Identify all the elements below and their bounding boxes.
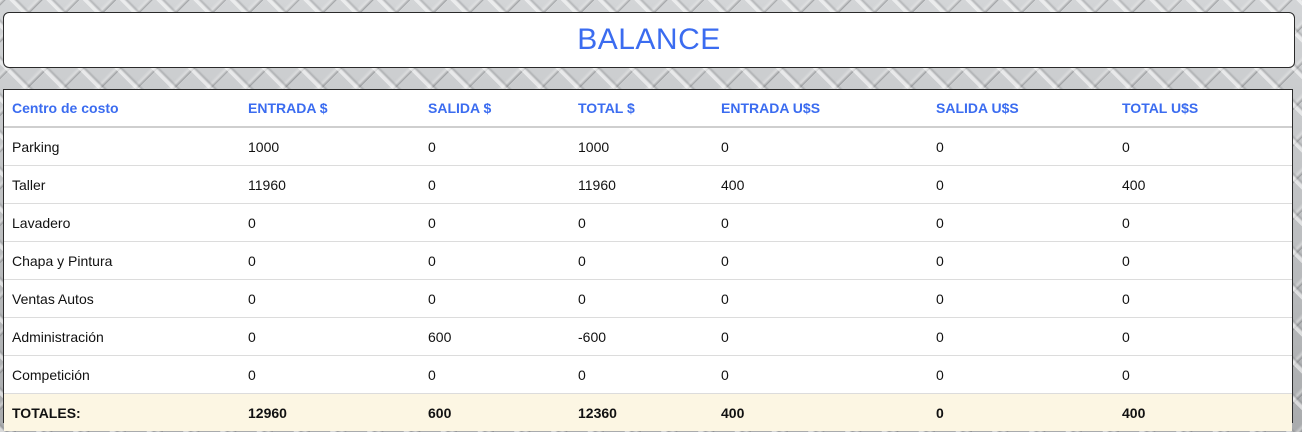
totals-cell: 12960 bbox=[240, 393, 420, 431]
table-cell: 400 bbox=[713, 165, 928, 204]
table-cell: 0 bbox=[928, 165, 1114, 204]
table-cell: 600 bbox=[420, 317, 570, 356]
cost-center-cell: Taller bbox=[4, 165, 240, 204]
totals-cell: 400 bbox=[713, 393, 928, 431]
table-cell: 0 bbox=[420, 279, 570, 318]
table-cell: 0 bbox=[240, 317, 420, 356]
table-cell: 400 bbox=[1114, 165, 1292, 204]
cost-center-cell: Administración bbox=[4, 317, 240, 356]
table-cell: 0 bbox=[420, 127, 570, 166]
table-cell: 0 bbox=[1114, 317, 1292, 356]
table-cell: 0 bbox=[570, 279, 713, 318]
column-header: ENTRADA U$S bbox=[713, 90, 928, 128]
table-cell: 0 bbox=[1114, 279, 1292, 318]
totals-cell: 0 bbox=[928, 393, 1114, 431]
table-cell: 0 bbox=[1114, 241, 1292, 280]
cost-center-cell: Lavadero bbox=[4, 203, 240, 242]
table-row: Ventas Autos 0 0 0 0 0 0 bbox=[4, 279, 1292, 318]
table-cell: 1000 bbox=[240, 127, 420, 166]
table-cell: 0 bbox=[420, 165, 570, 204]
totals-label: TOTALES: bbox=[4, 393, 240, 431]
table-cell: 0 bbox=[928, 355, 1114, 394]
table-cell: 0 bbox=[570, 241, 713, 280]
totals-row: TOTALES: 12960 600 12360 400 0 400 bbox=[4, 393, 1292, 431]
balance-table: Centro de costo ENTRADA $ SALIDA $ TOTAL… bbox=[4, 90, 1292, 431]
totals-cell: 12360 bbox=[570, 393, 713, 431]
table-cell: 0 bbox=[1114, 355, 1292, 394]
table-cell: 0 bbox=[420, 203, 570, 242]
table-cell: 0 bbox=[240, 203, 420, 242]
table-cell: 0 bbox=[713, 203, 928, 242]
table-row: Competición 0 0 0 0 0 0 bbox=[4, 355, 1292, 394]
table-cell: 0 bbox=[713, 355, 928, 394]
table-cell: 0 bbox=[713, 241, 928, 280]
column-header: Centro de costo bbox=[4, 90, 240, 128]
balance-table-container: Centro de costo ENTRADA $ SALIDA $ TOTAL… bbox=[3, 89, 1293, 431]
table-row: Administración 0 600 -600 0 0 0 bbox=[4, 317, 1292, 356]
table-row: Chapa y Pintura 0 0 0 0 0 0 bbox=[4, 241, 1292, 280]
table-cell: 0 bbox=[928, 317, 1114, 356]
column-header: TOTAL U$S bbox=[1114, 90, 1292, 128]
table-cell: 0 bbox=[1114, 127, 1292, 166]
page-header: BALANCE bbox=[3, 12, 1295, 68]
table-cell: 0 bbox=[420, 241, 570, 280]
column-header: SALIDA U$S bbox=[928, 90, 1114, 128]
column-header: TOTAL $ bbox=[570, 90, 713, 128]
table-cell: 0 bbox=[240, 279, 420, 318]
totals-cell: 600 bbox=[420, 393, 570, 431]
table-row: Lavadero 0 0 0 0 0 0 bbox=[4, 203, 1292, 242]
table-row: Parking 1000 0 1000 0 0 0 bbox=[4, 127, 1292, 166]
totals-cell: 400 bbox=[1114, 393, 1292, 431]
table-cell: 0 bbox=[928, 241, 1114, 280]
table-cell: 0 bbox=[570, 355, 713, 394]
table-cell: 0 bbox=[1114, 203, 1292, 242]
table-cell: 11960 bbox=[570, 165, 713, 204]
cost-center-cell: Ventas Autos bbox=[4, 279, 240, 318]
table-cell: 0 bbox=[928, 279, 1114, 318]
table-cell: 0 bbox=[420, 355, 570, 394]
table-cell: 0 bbox=[928, 127, 1114, 166]
page-title: BALANCE bbox=[577, 23, 721, 56]
table-cell: 1000 bbox=[570, 127, 713, 166]
table-row: Taller 11960 0 11960 400 0 400 bbox=[4, 165, 1292, 204]
cost-center-cell: Competición bbox=[4, 355, 240, 394]
table-cell: 0 bbox=[713, 317, 928, 356]
table-cell: 0 bbox=[240, 241, 420, 280]
table-cell: 0 bbox=[713, 127, 928, 166]
table-header-row: Centro de costo ENTRADA $ SALIDA $ TOTAL… bbox=[4, 90, 1292, 128]
table-cell: -600 bbox=[570, 317, 713, 356]
table-cell: 0 bbox=[570, 203, 713, 242]
cost-center-cell: Parking bbox=[4, 127, 240, 166]
table-cell: 0 bbox=[713, 279, 928, 318]
column-header: SALIDA $ bbox=[420, 90, 570, 128]
table-cell: 0 bbox=[240, 355, 420, 394]
cost-center-cell: Chapa y Pintura bbox=[4, 241, 240, 280]
table-cell: 11960 bbox=[240, 165, 420, 204]
table-cell: 0 bbox=[928, 203, 1114, 242]
column-header: ENTRADA $ bbox=[240, 90, 420, 128]
